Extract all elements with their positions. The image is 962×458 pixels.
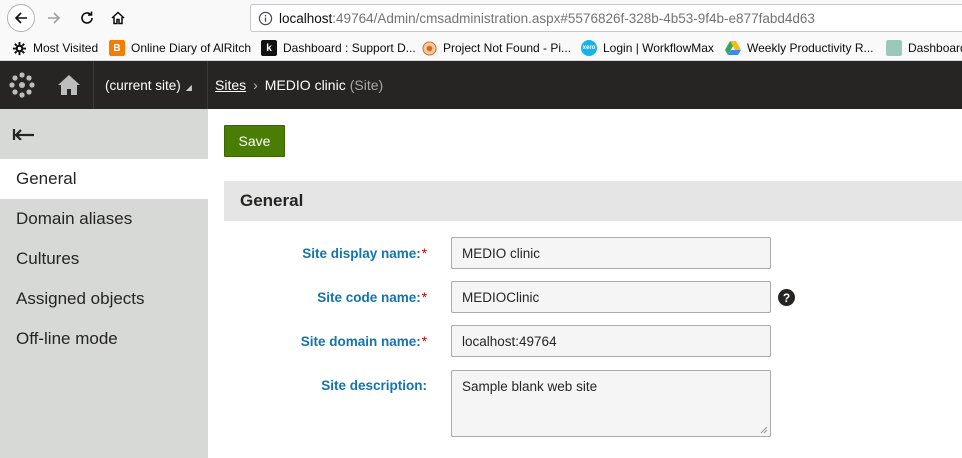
reload-icon bbox=[81, 11, 93, 24]
site-domain-name-field[interactable]: localhost:49764 bbox=[451, 325, 771, 357]
url-path: :49764/Admin/cmsadministration.aspx#5576… bbox=[332, 10, 815, 26]
site-display-name-field[interactable]: MEDIO clinic bbox=[451, 237, 771, 269]
app-header: (current site) ◢ Sites › MEDIO clinic (S… bbox=[0, 61, 962, 109]
bookmark-most-visited[interactable]: Most Visited bbox=[11, 40, 98, 56]
xero-icon: xero bbox=[581, 40, 597, 56]
field-label-text: Site description: bbox=[321, 378, 427, 393]
field-value: localhost:49764 bbox=[462, 333, 557, 349]
bookmark-label: Project Not Found - Pi... bbox=[443, 41, 572, 55]
site-description-textarea[interactable]: Sample blank web site bbox=[451, 370, 771, 437]
site-info-icon[interactable] bbox=[251, 11, 279, 26]
field-value: MEDIO clinic bbox=[462, 245, 541, 261]
bookmark-workflowmax[interactable]: xero Login | WorkflowMax bbox=[581, 40, 714, 56]
blogger-icon: B bbox=[109, 40, 125, 56]
bookmark-label: Dashboard bbox=[908, 41, 962, 55]
breadcrumb-current: MEDIO clinic bbox=[264, 77, 346, 93]
url-bar[interactable]: localhost:49764/Admin/cmsadministration.… bbox=[250, 4, 962, 32]
home-icon bbox=[57, 75, 80, 95]
help-icon[interactable]: ? bbox=[778, 289, 795, 306]
reload-button[interactable] bbox=[75, 6, 99, 30]
breadcrumb: Sites › MEDIO clinic (Site) bbox=[215, 61, 383, 109]
bookmark-label: Dashboard : Support D... bbox=[283, 41, 416, 55]
site-selector-label: (current site) bbox=[105, 77, 181, 93]
forward-button[interactable] bbox=[42, 6, 66, 30]
sidebar-item-label: Cultures bbox=[16, 249, 80, 268]
save-button[interactable]: Save bbox=[224, 125, 285, 157]
sidebar-item-label: Off-line mode bbox=[16, 329, 118, 348]
bookmarks-bar: Most Visited B Online Diary of AlRitch k… bbox=[0, 36, 962, 61]
sidebar-item-label: Domain aliases bbox=[16, 209, 133, 228]
bookmark-label: Login | WorkflowMax bbox=[603, 41, 714, 55]
bookmark-label: Most Visited bbox=[33, 41, 99, 55]
sidebar-item-cultures[interactable]: Cultures bbox=[0, 239, 208, 279]
bookmark-label: Weekly Productivity R... bbox=[747, 41, 874, 55]
bookmark-dashboard[interactable]: Dashboard bbox=[886, 40, 962, 56]
field-value: MEDIOClinic bbox=[462, 289, 540, 305]
url-text: localhost:49764/Admin/cmsadministration.… bbox=[279, 11, 815, 26]
kentico-logo-button[interactable] bbox=[0, 61, 44, 109]
required-marker: * bbox=[421, 290, 427, 305]
pivotal-icon bbox=[421, 40, 437, 56]
home-button[interactable] bbox=[106, 6, 130, 30]
url-host: localhost bbox=[279, 10, 333, 26]
field-label-text: Site domain name: bbox=[300, 334, 421, 349]
bookmark-dashboard-support[interactable]: k Dashboard : Support D... bbox=[261, 40, 416, 56]
sidebar-item-label: General bbox=[16, 169, 77, 188]
bookmark-weekly-productivity[interactable]: Weekly Productivity R... bbox=[725, 40, 873, 56]
site-domain-name-label: Site domain name:* bbox=[187, 334, 427, 349]
site-code-name-field[interactable]: MEDIOClinic bbox=[451, 281, 771, 313]
bookmark-label: Online Diary of AlRitch bbox=[131, 41, 252, 55]
back-button[interactable] bbox=[7, 4, 35, 32]
dashboard-home-button[interactable] bbox=[44, 61, 94, 109]
app-icon bbox=[886, 40, 902, 56]
required-marker: * bbox=[421, 334, 427, 349]
chevron-right-icon: › bbox=[253, 77, 258, 93]
arrow-back-icon bbox=[12, 129, 34, 140]
browser-toolbar: localhost:49764/Admin/cmsadministration.… bbox=[0, 0, 962, 36]
breadcrumb-type: (Site) bbox=[349, 77, 384, 93]
sidebar: General Domain aliases Cultures Assigned… bbox=[0, 109, 208, 458]
kentico-logo-icon bbox=[9, 72, 35, 98]
site-display-name-label: Site display name:* bbox=[187, 246, 427, 261]
back-to-list-button[interactable] bbox=[0, 109, 208, 157]
section-title: General bbox=[224, 181, 962, 221]
k-logo-icon: k bbox=[261, 40, 277, 56]
site-code-name-label: Site code name:* bbox=[187, 290, 427, 305]
home-icon bbox=[111, 11, 125, 25]
sidebar-item-domain-aliases[interactable]: Domain aliases bbox=[0, 199, 208, 239]
field-label-text: Site display name: bbox=[302, 246, 421, 261]
site-selector[interactable]: (current site) ◢ bbox=[95, 61, 208, 109]
drive-icon bbox=[725, 40, 741, 56]
field-label-text: Site code name: bbox=[317, 290, 421, 305]
sidebar-item-offline-mode[interactable]: Off-line mode bbox=[0, 319, 208, 359]
arrow-right-icon bbox=[48, 12, 61, 24]
bookmark-project-not-found[interactable]: Project Not Found - Pi... bbox=[421, 40, 571, 56]
field-value: Sample blank web site bbox=[462, 379, 598, 394]
required-marker: * bbox=[421, 246, 427, 261]
gear-icon bbox=[11, 40, 27, 56]
arrow-left-icon bbox=[14, 12, 27, 24]
caret-down-icon: ◢ bbox=[185, 82, 192, 92]
bookmark-online-diary[interactable]: B Online Diary of AlRitch bbox=[109, 40, 251, 56]
sidebar-item-assigned-objects[interactable]: Assigned objects bbox=[0, 279, 208, 319]
breadcrumb-sites-link[interactable]: Sites bbox=[215, 77, 246, 93]
resize-grip-icon[interactable] bbox=[760, 426, 768, 434]
sidebar-item-general[interactable]: General bbox=[0, 159, 208, 199]
sidebar-item-label: Assigned objects bbox=[16, 289, 145, 308]
site-description-label: Site description: bbox=[187, 378, 427, 393]
